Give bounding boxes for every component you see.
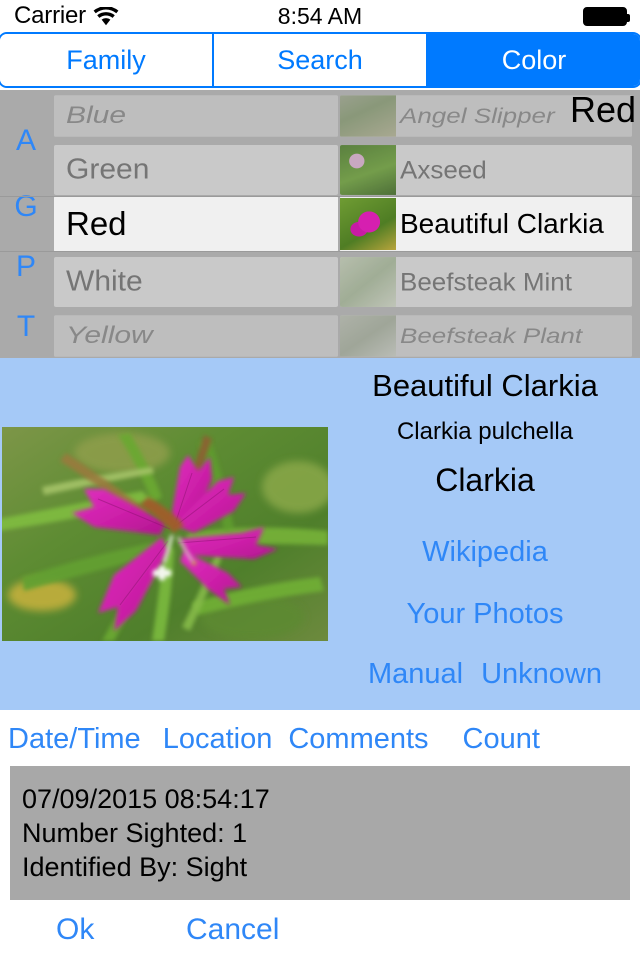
battery-full-icon	[583, 7, 630, 26]
wikipedia-link[interactable]: Wikipedia	[330, 536, 640, 569]
flower-thumbnail-icon	[340, 145, 396, 195]
picker-option-yellow[interactable]: Yellow	[54, 308, 338, 358]
tab-date-time[interactable]: Date/Time	[8, 723, 141, 756]
unknown-button[interactable]: Unknown	[481, 658, 602, 691]
picker-option-beefsteak-mint[interactable]: Beefsteak Mint	[340, 254, 640, 310]
flower-thumbnail-icon	[340, 315, 396, 357]
sighting-data-box[interactable]: 07/09/2015 08:54:17 Number Sighted: 1 Id…	[10, 766, 630, 900]
index-letter-a[interactable]: A	[0, 124, 52, 158]
picker-option-label: Axseed	[400, 155, 487, 184]
sighting-number-sighted: Number Sighted: 1	[22, 818, 248, 849]
tab-location[interactable]: Location	[163, 723, 273, 756]
selected-color-overlay-label: Red	[569, 89, 636, 130]
picker-option-label: Beefsteak Mint	[400, 267, 572, 296]
picker-option-beautiful-clarkia-selected[interactable]: Beautiful Clarkia	[340, 196, 640, 252]
flower-common-name: Beautiful Clarkia	[372, 368, 598, 403]
flower-genus: Clarkia	[435, 462, 535, 498]
picker-option-label: Red	[54, 196, 338, 252]
picker-option-label: Beautiful Clarkia	[400, 208, 604, 239]
segment-search[interactable]: Search	[214, 34, 428, 86]
segment-color[interactable]: Color	[428, 34, 640, 86]
tab-comments[interactable]: Comments	[288, 723, 428, 756]
picker-option-beefsteak-plant[interactable]: Beefsteak Plant	[340, 308, 640, 358]
status-bar-right	[583, 7, 630, 26]
picker-option-label: Yellow	[54, 315, 338, 357]
picker-option-blue[interactable]: Blue	[54, 90, 338, 144]
picker-option-red-selected[interactable]: Red	[54, 196, 338, 252]
picker-option-white[interactable]: White	[54, 254, 338, 310]
flower-thumbnail-icon	[340, 198, 396, 250]
flower-thumbnail-icon	[340, 257, 396, 307]
picker-option-label: White	[54, 257, 338, 307]
flower-photo[interactable]	[2, 427, 328, 641]
sighting-identified-by: Identified By: Sight	[22, 852, 248, 883]
status-bar-clock: 8:54 AM	[277, 3, 363, 29]
picker-option-label: Beefsteak Plant	[400, 323, 583, 348]
color-flower-picker[interactable]: A G P T Blue Green Red White Yellow Ange…	[0, 90, 640, 358]
picker-column-color[interactable]: Blue Green Red White Yellow	[52, 90, 340, 358]
status-bar: Carrier 8:54 AM	[0, 0, 640, 32]
picker-option-row: Beefsteak Mint	[340, 257, 632, 307]
your-photos-link[interactable]: Your Photos	[330, 598, 640, 631]
picker-option-row: Beautiful Clarkia	[340, 196, 632, 252]
picker-index-column[interactable]: A G P T	[0, 90, 52, 358]
segment-family[interactable]: Family	[0, 34, 214, 86]
detail-action-row: Manual Unknown	[330, 658, 640, 691]
manual-button[interactable]: Manual	[368, 658, 463, 691]
sighting-tabs: Date/Time Location Comments Count	[0, 714, 640, 764]
picker-option-label: Angel Slipper	[400, 103, 555, 128]
index-letter-p[interactable]: P	[0, 250, 52, 284]
cancel-button[interactable]: Cancel	[186, 913, 279, 947]
picker-option-row: Beefsteak Plant	[340, 315, 632, 357]
picker-option-axseed[interactable]: Axseed	[340, 142, 640, 198]
flower-latin-name: Clarkia pulchella	[396, 418, 574, 445]
tab-count[interactable]: Count	[463, 723, 540, 756]
flower-detail-panel: Beautiful Clarkia Clarkia pulchella Clar…	[0, 358, 640, 710]
sighting-datetime: 07/09/2015 08:54:17	[22, 784, 270, 814]
ok-button[interactable]: Ok	[56, 913, 94, 947]
picker-column-flower-name[interactable]: Angel Slipper Axseed Beautiful Clarkia B…	[340, 90, 640, 358]
picker-option-green[interactable]: Green	[54, 142, 338, 198]
picker-option-label: Blue	[54, 95, 338, 137]
flower-thumbnail-icon	[340, 95, 396, 137]
index-letter-g[interactable]: G	[0, 190, 52, 224]
picker-option-row: Axseed	[340, 145, 632, 195]
footer-actions: Ok Cancel	[0, 905, 640, 960]
index-letter-t[interactable]: T	[0, 310, 52, 344]
picker-option-label: Green	[54, 145, 338, 195]
segmented-control[interactable]: Family Search Color	[0, 32, 640, 88]
